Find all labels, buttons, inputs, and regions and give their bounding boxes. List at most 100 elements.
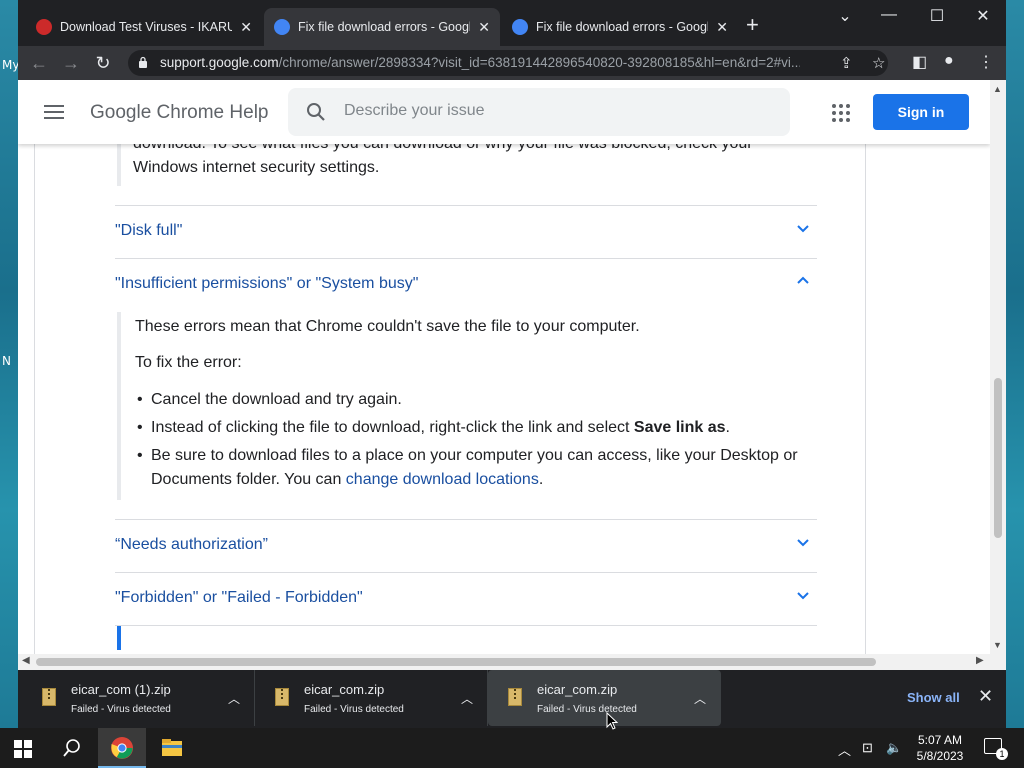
download-item[interactable]: eicar_com.zip Failed - Virus detected ︿ bbox=[255, 670, 488, 726]
horizontal-scrollbar[interactable]: ◀ ▶ bbox=[18, 654, 1006, 670]
profile-icon[interactable]: ● bbox=[944, 52, 954, 70]
chevron-up-icon[interactable]: ︿ bbox=[228, 690, 240, 707]
file-explorer-taskbar-icon[interactable] bbox=[148, 728, 196, 768]
system-clock[interactable]: 5:07 AM 5/8/2023 bbox=[912, 732, 968, 764]
expanded-intro-text: These errors mean that Chrome couldn't s… bbox=[135, 318, 640, 335]
tab-fix-download-errors-active[interactable]: Fix file download errors - Google ✕ bbox=[264, 8, 500, 46]
tab-title: Download Test Viruses - IKARUS bbox=[60, 20, 233, 34]
scroll-left-icon[interactable]: ◀ bbox=[22, 655, 30, 666]
chevron-down-icon bbox=[797, 539, 809, 547]
chrome-taskbar-icon[interactable] bbox=[98, 728, 146, 768]
vertical-scroll-thumb[interactable] bbox=[994, 378, 1002, 538]
download-shelf: eicar_com (1).zip Failed - Virus detecte… bbox=[18, 670, 1006, 728]
tab-ikarus[interactable]: Download Test Viruses - IKARUS ✕ bbox=[26, 8, 262, 46]
tab-title: Fix file download errors - Google bbox=[536, 20, 709, 34]
lock-icon bbox=[139, 56, 147, 68]
fix-heading-text: To fix the error: bbox=[135, 354, 242, 371]
horizontal-scroll-thumb[interactable] bbox=[36, 658, 876, 666]
list-item: Be sure to download files to a place on … bbox=[135, 444, 815, 492]
vertical-scrollbar[interactable]: ▲ ▼ bbox=[990, 80, 1006, 654]
chevron-down-icon bbox=[797, 225, 809, 233]
taskbar-search-icon[interactable] bbox=[62, 738, 82, 758]
tab-fix-download-errors[interactable]: Fix file download errors - Google ✕ bbox=[502, 8, 738, 46]
maximize-button[interactable]: ☐ bbox=[922, 6, 952, 26]
article-content: download. To see what files you can down… bbox=[34, 80, 866, 654]
download-status: Failed - Virus detected bbox=[537, 704, 637, 715]
notifications-icon[interactable]: 1 bbox=[984, 738, 1008, 760]
scroll-down-icon[interactable]: ▼ bbox=[993, 640, 1002, 650]
next-section-bar bbox=[117, 626, 121, 650]
close-tab-icon[interactable]: ✕ bbox=[478, 19, 490, 36]
search-input[interactable]: Describe your issue bbox=[288, 88, 790, 136]
search-placeholder: Describe your issue bbox=[344, 102, 485, 119]
browser-toolbar: ← → ↻ support.google.com/chrome/answer/2… bbox=[18, 46, 1006, 80]
scroll-right-icon[interactable]: ▶ bbox=[976, 655, 984, 666]
hamburger-menu-icon[interactable] bbox=[44, 105, 64, 119]
download-filename: eicar_com.zip bbox=[304, 682, 385, 697]
accordion-label: “Needs authorization” bbox=[115, 536, 268, 553]
google-apps-icon[interactable] bbox=[832, 104, 850, 122]
browser-window: Download Test Viruses - IKARUS ✕ Fix fil… bbox=[18, 0, 1006, 728]
volume-icon[interactable]: 🔈 bbox=[886, 740, 902, 756]
help-center-header: Google Chrome Help Describe your issue S… bbox=[18, 80, 990, 144]
accordion-divider bbox=[115, 625, 817, 654]
windows-taskbar: ︿ ⊡ 🔈 5:07 AM 5/8/2023 1 bbox=[0, 728, 1024, 768]
chevron-up-icon[interactable]: ︿ bbox=[461, 690, 473, 707]
sign-in-button[interactable]: Sign in bbox=[873, 94, 969, 130]
google-favicon-icon bbox=[512, 19, 528, 35]
list-item: Cancel the download and try again. bbox=[135, 388, 815, 412]
close-window-button[interactable]: ✕ bbox=[968, 6, 998, 26]
web-page: download. To see what files you can down… bbox=[18, 80, 990, 654]
network-icon[interactable]: ⊡ bbox=[862, 740, 873, 756]
list-item: Instead of clicking the file to download… bbox=[135, 416, 815, 440]
scroll-up-icon[interactable]: ▲ bbox=[993, 84, 1002, 94]
share-icon[interactable]: ⇪ bbox=[840, 54, 853, 72]
accordion-forbidden[interactable]: "Forbidden" or "Failed - Forbidden" bbox=[115, 572, 817, 625]
zip-file-icon bbox=[508, 688, 522, 706]
accordion-label: "Insufficient permissions" or "System bu… bbox=[115, 275, 419, 292]
new-tab-button[interactable]: + bbox=[746, 12, 759, 38]
chevron-up-icon bbox=[797, 276, 809, 284]
search-icon bbox=[307, 103, 325, 121]
close-tab-icon[interactable]: ✕ bbox=[716, 19, 728, 36]
tab-search-chevron-icon[interactable]: ⌄ bbox=[830, 6, 860, 26]
fix-steps-list: Cancel the download and try again. Inste… bbox=[135, 388, 815, 496]
zip-file-icon bbox=[275, 688, 289, 706]
address-bar[interactable]: support.google.com/chrome/answer/2898334… bbox=[128, 50, 888, 76]
chevron-up-icon[interactable]: ︿ bbox=[694, 690, 706, 707]
download-item[interactable]: eicar_com (1).zip Failed - Virus detecte… bbox=[22, 670, 255, 726]
desktop-icon-label: N bbox=[2, 354, 11, 368]
accordion-label: "Forbidden" or "Failed - Forbidden" bbox=[115, 589, 363, 606]
accordion-disk-full[interactable]: "Disk full" bbox=[115, 205, 817, 258]
zip-file-icon bbox=[42, 688, 56, 706]
change-download-locations-link[interactable]: change download locations bbox=[346, 471, 539, 488]
accordion-insufficient-permissions[interactable]: "Insufficient permissions" or "System bu… bbox=[115, 258, 817, 311]
page-title[interactable]: Google Chrome Help bbox=[90, 102, 268, 124]
windows-start-icon[interactable] bbox=[14, 740, 32, 758]
accordion-label: "Disk full" bbox=[115, 222, 183, 239]
menu-kebab-icon[interactable]: ⋮ bbox=[978, 52, 994, 72]
download-filename: eicar_com (1).zip bbox=[71, 682, 171, 697]
download-item[interactable]: eicar_com.zip Failed - Virus detected ︿ bbox=[488, 670, 721, 726]
download-status: Failed - Virus detected bbox=[71, 704, 171, 715]
close-shelf-icon[interactable]: ✕ bbox=[978, 686, 993, 707]
download-status: Failed - Virus detected bbox=[304, 704, 404, 715]
google-favicon-icon bbox=[274, 19, 290, 35]
accordion-needs-authorization[interactable]: “Needs authorization” bbox=[115, 519, 817, 572]
reload-button[interactable]: ↻ bbox=[92, 52, 114, 74]
show-all-downloads-link[interactable]: Show all bbox=[907, 690, 960, 705]
tab-title: Fix file download errors - Google bbox=[298, 20, 471, 34]
bookmark-star-icon[interactable]: ☆ bbox=[872, 54, 885, 72]
side-panel-icon[interactable]: ◧ bbox=[912, 52, 927, 72]
forward-button[interactable]: → bbox=[60, 52, 82, 74]
tray-overflow-chevron-icon[interactable]: ︿ bbox=[838, 740, 851, 759]
ikarus-favicon-icon bbox=[36, 19, 52, 35]
desktop-icon-label: My bbox=[2, 58, 20, 72]
url-text: support.google.com/chrome/answer/2898334… bbox=[160, 55, 800, 70]
save-link-as-text: Save link as bbox=[633, 419, 726, 436]
minimize-button[interactable]: — bbox=[874, 6, 904, 24]
back-button[interactable]: ← bbox=[28, 52, 50, 74]
download-filename: eicar_com.zip bbox=[537, 682, 618, 697]
expanded-section-bar bbox=[117, 312, 121, 500]
close-tab-icon[interactable]: ✕ bbox=[240, 19, 252, 36]
